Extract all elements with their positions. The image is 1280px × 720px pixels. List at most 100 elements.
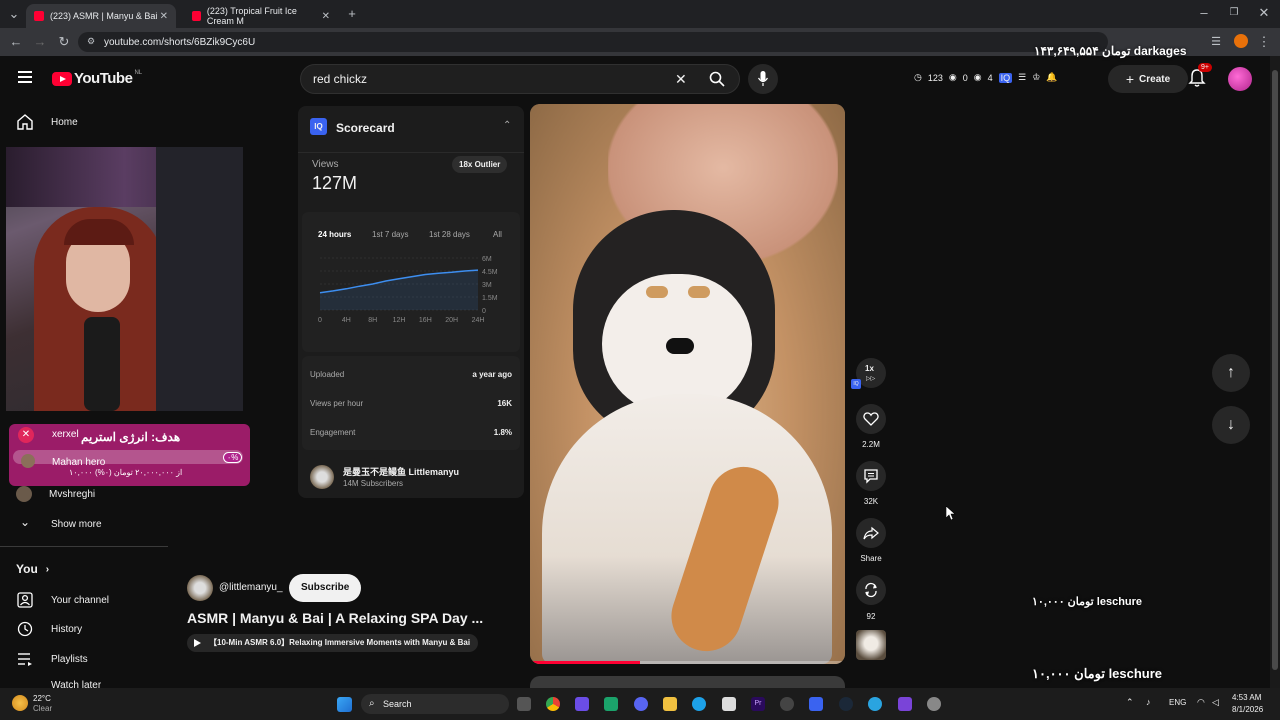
account-avatar[interactable]: [1228, 67, 1252, 91]
subscribe-button[interactable]: Subscribe: [289, 574, 362, 602]
sidebar-item-playlists[interactable]: Playlists: [16, 650, 88, 668]
windows-start-icon[interactable]: [337, 697, 352, 712]
reload-icon[interactable]: ↻: [56, 34, 72, 50]
sidebar-item-your-channel[interactable]: Your channel: [16, 591, 109, 609]
video-title[interactable]: ASMR | Manyu & Bai | A Relaxing SPA Day …: [187, 610, 483, 626]
mic-tray-icon[interactable]: ♪: [1146, 697, 1151, 707]
scrollbar-thumb[interactable]: [1272, 70, 1278, 670]
maximize-icon[interactable]: ❐: [1226, 5, 1242, 21]
app-icon[interactable]: [809, 697, 823, 711]
channel-handle[interactable]: @littlemanyu_: [219, 582, 283, 593]
sub-mahan-hero[interactable]: Mahan hero: [52, 457, 105, 468]
remix-button[interactable]: [856, 575, 886, 605]
list-icon[interactable]: ☰: [1018, 72, 1026, 83]
file-explorer-icon[interactable]: [663, 697, 677, 711]
sidebar-item-mvshreghi[interactable]: Mvshreghi: [16, 486, 95, 502]
share-icon: [863, 526, 879, 540]
menu-icon[interactable]: ☰: [1208, 34, 1224, 50]
minimize-icon[interactable]: –: [1196, 5, 1212, 21]
clock-time[interactable]: 4:53 AM: [1232, 693, 1261, 702]
hamburger-menu-icon[interactable]: [18, 71, 32, 83]
close-tab-icon[interactable]: ✕: [160, 11, 168, 22]
previous-short-button[interactable]: ↑: [1212, 354, 1250, 392]
steam-icon[interactable]: [839, 697, 853, 711]
close-tab-icon[interactable]: ✕: [322, 11, 330, 22]
sidebar-item-label: History: [51, 623, 83, 635]
channel-avatar[interactable]: [310, 465, 334, 489]
youtube-logo[interactable]: YouTube NL: [52, 70, 142, 87]
clock-date[interactable]: 8/1/2026: [1232, 705, 1263, 714]
premiere-icon[interactable]: Pr: [751, 697, 765, 711]
app-icon[interactable]: [780, 697, 794, 711]
search-icon[interactable]: [709, 71, 725, 87]
edge-icon[interactable]: [692, 697, 706, 711]
create-button[interactable]: + Create: [1108, 65, 1188, 93]
chevron-up-icon[interactable]: ⌃: [1126, 697, 1134, 708]
short-video-player[interactable]: [530, 104, 845, 664]
alert-icon[interactable]: 🔔: [1046, 72, 1057, 83]
site-info-icon[interactable]: ⚙: [87, 36, 95, 47]
video-progress-track[interactable]: [530, 661, 845, 664]
new-tab-icon[interactable]: +: [344, 6, 360, 22]
your-channel-icon: [17, 592, 33, 608]
app-icon[interactable]: [898, 697, 912, 711]
taskbar-search[interactable]: ⌕ Search: [361, 694, 509, 714]
collapse-icon[interactable]: ⌃: [503, 120, 511, 131]
back-icon[interactable]: ←: [8, 34, 24, 50]
task-view-icon[interactable]: [517, 697, 531, 711]
chrome-icon[interactable]: [546, 697, 560, 711]
search-input[interactable]: red chickz ✕: [300, 64, 740, 94]
share-button[interactable]: [856, 518, 886, 548]
speed-value: 1x: [865, 364, 874, 373]
store-icon[interactable]: [722, 697, 736, 711]
tab-active[interactable]: (223) ASMR | Manyu & Bai ✕: [26, 4, 176, 28]
y-tick-label: 6M: [482, 256, 492, 263]
weather-icon[interactable]: [12, 695, 28, 711]
language-indicator[interactable]: ENG: [1169, 698, 1186, 707]
views-label: Views: [312, 159, 339, 170]
tab-search-icon[interactable]: ⌄: [6, 6, 22, 22]
app-icon[interactable]: [575, 697, 589, 711]
range-7-days[interactable]: 1st 7 days: [372, 230, 408, 239]
app-icon[interactable]: [604, 697, 618, 711]
next-short-preview[interactable]: [530, 676, 845, 688]
sidebar-item-home[interactable]: Home: [16, 113, 78, 131]
channel-avatar[interactable]: [187, 575, 213, 601]
related-video-link[interactable]: 【10-Min ASMR 6.0】Relaxing Immersive Mome…: [187, 634, 479, 652]
settings-icon[interactable]: [927, 697, 941, 711]
wifi-icon[interactable]: ◠: [1197, 697, 1205, 708]
comments-button[interactable]: [856, 461, 886, 491]
range-all[interactable]: All: [493, 230, 502, 239]
url-field[interactable]: ⚙ youtube.com/shorts/6BZik9Cyc6U: [78, 32, 1108, 52]
volume-icon[interactable]: ◁: [1212, 697, 1219, 708]
sidebar-item-watch-later[interactable]: Watch later: [16, 680, 101, 688]
sub-xerxel[interactable]: xerxel: [52, 429, 79, 440]
x-tick-label: 4H: [342, 317, 351, 324]
app-icon[interactable]: [868, 697, 882, 711]
vidiq-icon[interactable]: IQ: [998, 72, 1013, 83]
close-icon[interactable]: ✕: [18, 427, 34, 443]
region-code: NL: [134, 69, 143, 76]
you-section-header[interactable]: You ›: [16, 562, 49, 576]
close-window-icon[interactable]: ✕: [1256, 5, 1272, 21]
trophy-icon[interactable]: ♔: [1032, 72, 1040, 83]
channel-name[interactable]: 是曼玉不是鳗鱼 Littlemanyu: [343, 465, 459, 478]
like-button[interactable]: [856, 404, 886, 434]
tab-inactive[interactable]: (223) Tropical Fruit Ice Cream M ✕: [184, 4, 338, 28]
next-short-button[interactable]: ↓: [1212, 406, 1250, 444]
voice-search-button[interactable]: [748, 64, 778, 94]
show-more-button[interactable]: ⌄ Show more: [16, 515, 102, 533]
profile-avatar[interactable]: [1234, 34, 1248, 48]
more-icon[interactable]: ⋮: [1256, 34, 1272, 50]
remix-icon: [865, 582, 877, 598]
sound-thumbnail[interactable]: [856, 630, 886, 660]
range-28-days[interactable]: 1st 28 days: [429, 230, 470, 239]
range-24-hours[interactable]: 24 hours: [318, 230, 351, 239]
stream-alert-top: ۱۴۳,۶۴۹,۵۵۴ تومان darkages: [1034, 44, 1187, 58]
sidebar-item-history[interactable]: History: [16, 620, 82, 638]
forward-icon[interactable]: →: [32, 34, 48, 50]
page-scrollbar[interactable]: [1270, 56, 1280, 688]
clear-search-icon[interactable]: ✕: [675, 71, 687, 88]
discord-icon[interactable]: [634, 697, 648, 711]
notifications-button[interactable]: 9+: [1188, 63, 1212, 88]
